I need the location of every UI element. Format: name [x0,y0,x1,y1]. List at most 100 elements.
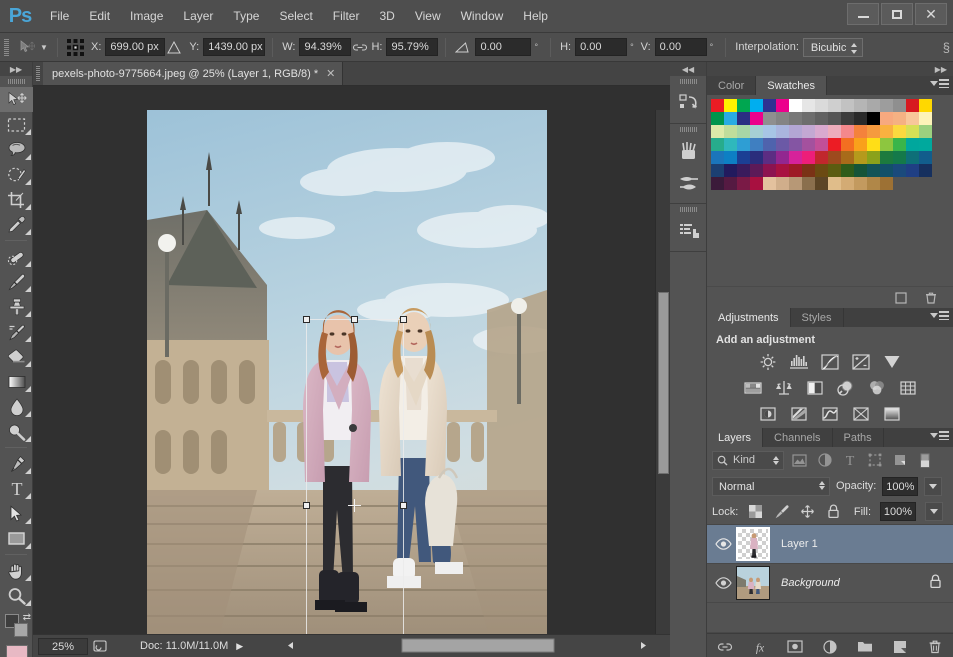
color-swatch[interactable] [711,177,724,190]
tool-preset-chevron-icon[interactable]: ▼ [38,37,50,57]
tab-swatches[interactable]: Swatches [756,76,827,95]
color-swatch[interactable] [750,164,763,177]
tool-brush[interactable] [0,269,33,294]
color-swatch[interactable] [893,151,906,164]
color-swatch[interactable] [867,164,880,177]
status-expand-arrow[interactable]: ▶ [228,641,251,652]
color-swatch[interactable] [854,164,867,177]
color-swatch[interactable] [776,99,789,112]
color-swatch[interactable] [880,151,893,164]
color-swatch[interactable] [737,177,750,190]
color-swatch[interactable] [802,138,815,151]
tab-layers[interactable]: Layers [707,428,764,447]
color-swatch[interactable] [737,138,750,151]
color-swatch[interactable] [763,164,776,177]
menu-layer[interactable]: Layer [173,5,223,27]
tab-styles[interactable]: Styles [791,308,844,327]
color-swatch[interactable] [711,138,724,151]
color-swatch[interactable] [906,151,919,164]
tool-history-brush[interactable] [0,319,33,344]
color-swatch[interactable] [828,99,841,112]
posterize-icon[interactable] [788,404,810,424]
add-layer-mask-icon[interactable] [787,639,803,655]
color-swatch[interactable] [815,151,828,164]
tab-adjustments[interactable]: Adjustments [707,308,791,327]
tab-channels[interactable]: Channels [763,428,833,447]
color-swatch[interactable] [776,151,789,164]
color-swatch[interactable] [854,177,867,190]
color-swatch[interactable] [776,138,789,151]
brush-panel-icon[interactable] [670,135,707,167]
minimize-button[interactable] [847,3,879,25]
rotate-input[interactable]: 0.00 [475,38,532,56]
color-swatch[interactable] [906,138,919,151]
document-tab[interactable]: pexels-photo-9775664.jpeg @ 25% (Layer 1… [43,62,344,85]
color-swatch[interactable] [867,138,880,151]
layer-filter-kind-select[interactable]: Kind [712,450,784,470]
color-swatch[interactable] [880,164,893,177]
color-swatch[interactable] [828,151,841,164]
fill-input[interactable]: 100% [880,502,916,521]
filter-smart-object-icon[interactable] [890,451,909,470]
tool-eyedropper[interactable] [0,212,33,237]
color-swatch[interactable] [919,151,932,164]
color-swatch[interactable] [828,164,841,177]
color-swatch[interactable] [906,125,919,138]
color-swatch[interactable] [750,151,763,164]
color-swatch[interactable] [828,125,841,138]
tool-pen[interactable] [0,451,33,476]
color-swatch[interactable] [789,151,802,164]
canvas-vertical-scrollbar[interactable]: ▼ [655,110,670,634]
menu-file[interactable]: File [40,5,79,27]
opacity-input[interactable]: 100% [882,476,919,496]
document-canvas[interactable] [147,110,547,634]
color-swatch[interactable] [763,99,776,112]
new-layer-icon[interactable] [892,639,908,655]
gradient-map-icon[interactable] [850,404,872,424]
color-swatch[interactable] [776,164,789,177]
invert-icon[interactable] [757,404,779,424]
opacity-slider-button[interactable] [924,476,943,496]
lock-transparent-pixels-icon[interactable] [747,503,764,520]
color-swatch[interactable] [906,164,919,177]
brush-presets-panel-icon[interactable] [670,167,707,199]
swatches-collapse-toggle[interactable]: ▶▶ [707,62,953,76]
layer-thumbnail[interactable] [736,566,770,600]
color-swatch[interactable] [802,125,815,138]
canvas-viewport[interactable]: ▼ [33,86,670,634]
vibrance-icon[interactable] [881,352,903,372]
tool-lasso[interactable] [0,137,33,162]
color-swatch[interactable] [750,112,763,125]
tools-panel-grip[interactable] [0,76,32,87]
color-swatch[interactable] [750,177,763,190]
curves-icon[interactable] [819,352,841,372]
color-swatch[interactable] [737,151,750,164]
color-swatch[interactable] [906,112,919,125]
threshold-icon[interactable] [819,404,841,424]
color-swatch[interactable] [724,112,737,125]
color-swatch[interactable] [880,125,893,138]
color-swatch[interactable] [815,125,828,138]
tab-color[interactable]: Color [707,76,757,95]
color-swatch[interactable] [880,138,893,151]
color-lookup-icon[interactable] [897,378,919,398]
color-swatch[interactable] [789,177,802,190]
tool-move[interactable] [0,87,33,112]
color-swatch[interactable] [776,177,789,190]
history-panel-icon[interactable] [670,87,707,119]
move-tool-icon[interactable] [16,37,38,57]
fill-slider-button[interactable] [925,502,943,521]
color-swatch[interactable] [841,177,854,190]
color-swatch[interactable] [815,177,828,190]
tool-gradient[interactable] [0,369,33,394]
document-tab-grip[interactable] [33,62,43,85]
color-swatch[interactable] [815,138,828,151]
tools-expand-toggle[interactable]: ▶▶ [0,62,32,76]
maintain-aspect-ratio-icon[interactable] [351,39,369,55]
panel-menu-icon[interactable] [930,311,949,320]
filter-adjustment-icon[interactable] [815,451,834,470]
color-swatch[interactable] [763,125,776,138]
color-swatch[interactable] [867,99,880,112]
color-swatch[interactable] [763,177,776,190]
tool-spot-healing-brush[interactable] [0,244,33,269]
